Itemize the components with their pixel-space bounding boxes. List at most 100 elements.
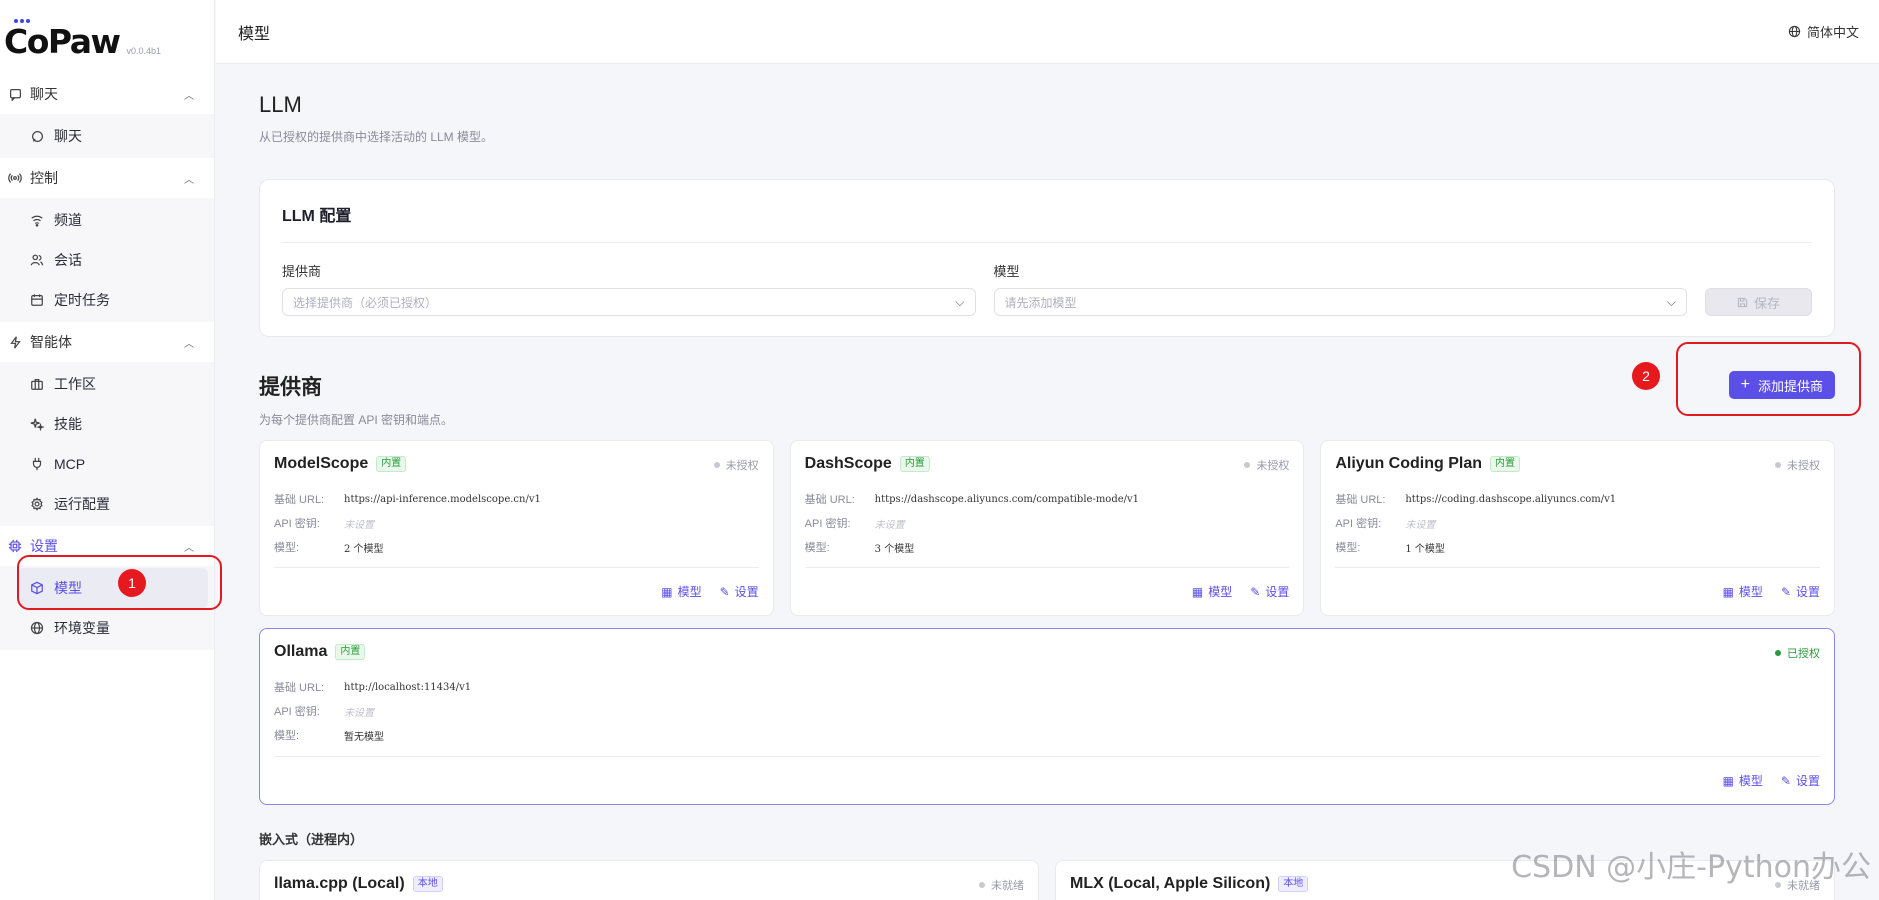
plug-icon (29, 456, 45, 472)
save-label: 保存 (1753, 295, 1780, 311)
settings-button[interactable]: ✎ 设置 (1250, 583, 1289, 600)
language-switcher[interactable]: 简体中文 (1788, 22, 1859, 41)
sidebar-item-env-vars[interactable]: 环境变量 (0, 608, 214, 648)
llm-subtitle: 从已授权的提供商中选择活动的 LLM 模型。 (259, 130, 494, 144)
local-badge: 本地 (412, 876, 443, 892)
models-button[interactable]: ▦ 模型 (1192, 583, 1232, 600)
sidebar-item-sessions[interactable]: 会话 (0, 240, 214, 280)
sidebar-item-label: 运行配置 (54, 496, 110, 512)
grid-icon: ▦ (1191, 584, 1204, 599)
annotation-marker-2: 2 (1632, 362, 1660, 390)
lightning-icon (8, 335, 22, 349)
status-text: 未授权 (725, 460, 759, 472)
models-button[interactable]: ▦ 模型 (661, 583, 701, 600)
models-value: 3 个模型 (874, 543, 915, 555)
builtin-badge: 内置 (1490, 456, 1521, 472)
sidebar-group-agent[interactable]: 智能体 ︿ (0, 322, 214, 362)
chat-bubble-icon (29, 128, 45, 144)
sparkle-icon (29, 416, 45, 432)
sidebar-item-label: 频道 (54, 212, 82, 228)
key-value: 未设置 (1405, 519, 1436, 531)
sidebar-item-label: 定时任务 (54, 292, 110, 308)
models-button-label: 模型 (1208, 585, 1233, 599)
provider-select[interactable]: 选择提供商（必须已授权） ⌵ (282, 288, 976, 316)
sidebar-item-label: 聊天 (54, 128, 82, 144)
sidebar-group-control[interactable]: 控制 ︿ (0, 158, 214, 198)
globe-icon (29, 620, 45, 636)
status-text: 已授权 (1787, 648, 1820, 660)
llm-heading: LLM (259, 92, 302, 117)
provider-name: ModelScope (274, 455, 369, 472)
chevron-up-icon: ︿ (184, 90, 194, 102)
models-button-label: 模型 (1738, 585, 1763, 599)
sidebar-item-label: MCP (54, 456, 86, 472)
provider-name: MLX (Local, Apple Silicon) (1070, 875, 1271, 892)
provider-field: 提供商 选择提供商（必须已授权） ⌵ (282, 261, 976, 316)
settings-button[interactable]: ✎ 设置 (1781, 772, 1820, 789)
models-label: 模型: (274, 730, 300, 742)
sidebar-item-runtime-config[interactable]: 运行配置 (0, 484, 214, 524)
key-label: API 密钥: (804, 518, 851, 530)
grid-icon: ▦ (1722, 773, 1734, 788)
sidebar-item-chat[interactable]: 聊天 (0, 116, 214, 156)
sidebar-item-channels[interactable]: 频道 (0, 200, 214, 240)
settings-button-label: 设置 (734, 585, 759, 599)
models-value: 暂无模型 (344, 731, 384, 743)
main-content: LLM 从已授权的提供商中选择活动的 LLM 模型。 LLM 配置 提供商 选择… (259, 64, 1836, 900)
sidebar: CoPaw v0.0.4b1 聊天 ︿ 聊天 控制 ︿ 频道 会话 定时任务 智… (0, 0, 215, 900)
key-label: API 密钥: (274, 518, 320, 530)
url-value: http://localhost:11434/v1 (344, 681, 472, 693)
sidebar-group-body: 频道 会话 定时任务 (0, 198, 214, 322)
providers-header: 提供商 为每个提供商配置 API 密钥和端点。 + 添加提供商 (259, 371, 1835, 428)
settings-button[interactable]: ✎ 设置 (720, 583, 759, 600)
provider-name: Ollama (274, 643, 328, 660)
model-select[interactable]: 请先添加模型 ⌵ (993, 288, 1687, 316)
grid-icon: ▦ (661, 584, 673, 599)
save-button[interactable]: 保存 (1705, 288, 1812, 316)
sidebar-item-mcp[interactable]: MCP (0, 444, 214, 484)
sidebar-item-skills[interactable]: 技能 (0, 404, 214, 444)
globe-icon (1788, 25, 1801, 38)
sidebar-item-workspace[interactable]: 工作区 (0, 364, 214, 404)
llm-config-title: LLM 配置 (282, 202, 1812, 243)
models-button[interactable]: ▦ 模型 (1723, 583, 1763, 600)
page-title: 模型 (238, 25, 271, 43)
providers-subtitle: 为每个提供商配置 API 密钥和端点。 (259, 413, 454, 427)
chevron-up-icon: ︿ (184, 338, 194, 350)
models-value: 1 个模型 (1405, 543, 1445, 555)
status-text: 未授权 (1256, 460, 1290, 472)
sidebar-item-label: 工作区 (54, 376, 96, 392)
sidebar-group-label: 智能体 (30, 334, 72, 350)
models-button[interactable]: ▦ 模型 (1723, 772, 1763, 789)
url-value: https://coding.dashscope.aliyuncs.com/v1 (1405, 493, 1617, 505)
provider-label: 提供商 (282, 264, 322, 279)
edit-icon: ✎ (1250, 584, 1261, 599)
chevron-down-icon: ⌵ (955, 294, 965, 309)
watermark-text: CSDN @小庄-Python办公 (1511, 850, 1871, 885)
builtin-badge: 内置 (899, 456, 930, 472)
chip-icon (8, 539, 22, 553)
language-label: 简体中文 (1806, 25, 1859, 40)
annotation-box-2 (1676, 342, 1861, 416)
sidebar-item-scheduled-tasks[interactable]: 定时任务 (0, 280, 214, 320)
chevron-up-icon: ︿ (184, 542, 194, 554)
provider-card: Ollama 内置 已授权 基础 URL: http://localhost:114… (259, 628, 1835, 805)
sidebar-group-chat[interactable]: 聊天 ︿ (0, 74, 214, 114)
models-label: 模型: (1335, 542, 1361, 554)
chevron-down-icon: ⌵ (1666, 294, 1676, 309)
builtin-badge: 内置 (376, 456, 407, 472)
llm-config-card: LLM 配置 提供商 选择提供商（必须已授权） ⌵ 模型 请先添加模型 ⌵ 保存 (259, 179, 1835, 337)
status-dot-icon (713, 462, 720, 468)
edit-icon: ✎ (1780, 584, 1791, 599)
app-logo: CoPaw (4, 19, 121, 58)
chat-bubble-icon (8, 87, 22, 101)
app-version: v0.0.4b1 (126, 46, 161, 56)
provider-name: llama.cpp (Local) (274, 875, 405, 892)
settings-button-label: 设置 (1265, 585, 1290, 599)
status-dot-icon (1244, 462, 1251, 468)
status-dot-icon (979, 882, 985, 888)
status-badge: 未就绪 (979, 877, 1024, 893)
top-bar: 模型 简体中文 (216, 0, 1879, 64)
settings-button-label: 设置 (1795, 774, 1820, 788)
settings-button[interactable]: ✎ 设置 (1781, 583, 1820, 600)
